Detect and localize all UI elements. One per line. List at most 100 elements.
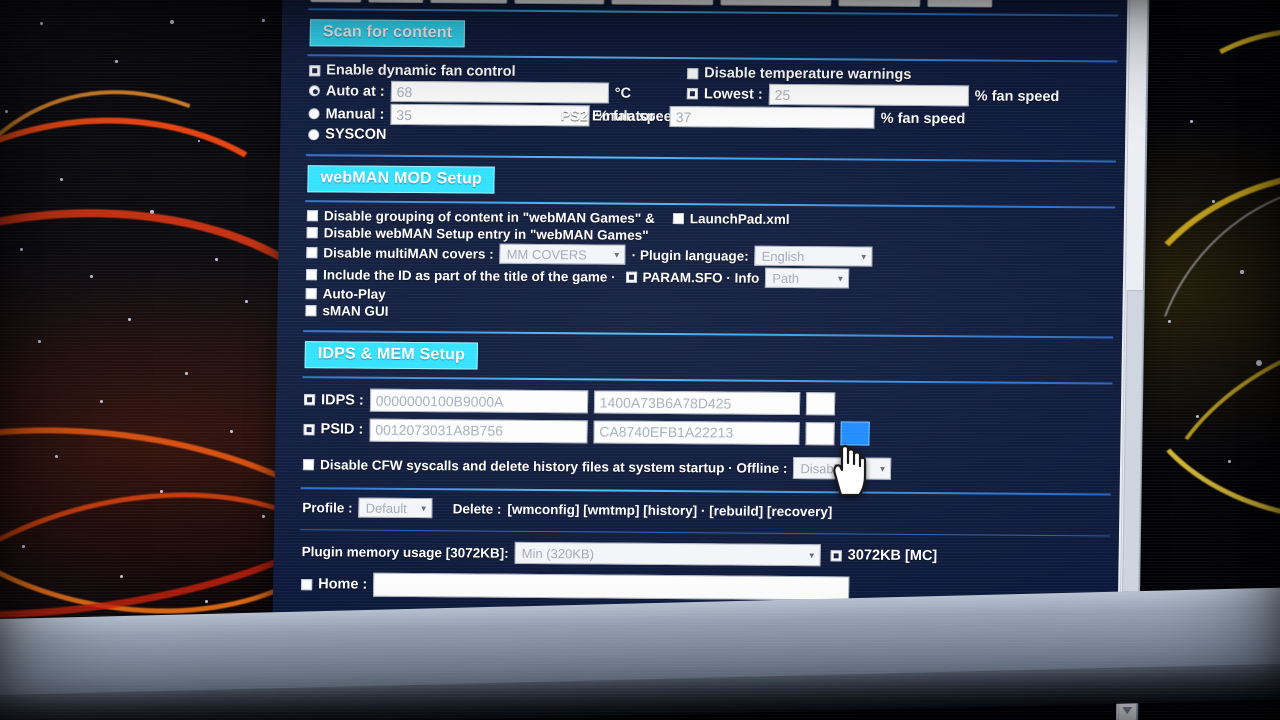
mc-memory-label: 3072KB [MC] bbox=[847, 547, 938, 565]
psid-field-1[interactable] bbox=[369, 418, 588, 443]
section-scan-for-content[interactable]: Scan for content bbox=[309, 19, 466, 48]
separator-dot: · bbox=[700, 502, 706, 518]
profile-select[interactable]: Default ▼ bbox=[358, 497, 433, 519]
gamedata-button[interactable]: gameDATA bbox=[514, 0, 605, 5]
enable-fan-row: Enable dynamic fan control bbox=[309, 62, 681, 81]
section-idps-mem-setup[interactable]: IDPS & MEM Setup bbox=[304, 341, 479, 370]
screen-photo: Eject Insert Unmount gameDATA Refresh XM… bbox=[0, 0, 1280, 720]
include-id-label: Include the ID as part of the title of t… bbox=[322, 266, 616, 285]
home-checkbox[interactable] bbox=[301, 578, 313, 590]
auto-at-row: Auto at : °C bbox=[308, 80, 681, 104]
idps-field-1[interactable] bbox=[369, 388, 588, 414]
mm-covers-select[interactable]: MM COVERS ▼ bbox=[499, 243, 626, 265]
auto-play-checkbox[interactable] bbox=[305, 288, 317, 300]
auto-at-label: Auto at : bbox=[325, 82, 385, 100]
launchpad-label: LaunchPad.xml bbox=[689, 211, 790, 227]
delete-label: Delete : bbox=[452, 500, 502, 517]
shutdown-button[interactable]: Shutdown bbox=[838, 0, 921, 8]
refresh-html-button[interactable]: Refresh HTML bbox=[720, 0, 832, 7]
home-input[interactable] bbox=[373, 572, 850, 601]
link-recovery[interactable]: [recovery] bbox=[767, 503, 833, 519]
psid-label: PSID : bbox=[320, 421, 364, 438]
info-select[interactable]: Path ▼ bbox=[765, 267, 850, 289]
disable-temp-warnings-checkbox[interactable] bbox=[687, 67, 699, 79]
disable-mm-covers-checkbox[interactable] bbox=[306, 246, 318, 258]
disable-mm-covers-label: Disable multiMAN covers : bbox=[323, 244, 494, 262]
plugin-memory-select[interactable]: Min (320KB) ▼ bbox=[514, 541, 821, 567]
mc-memory-checkbox[interactable] bbox=[830, 549, 842, 561]
disable-grouping-checkbox[interactable] bbox=[306, 210, 319, 222]
restart-button[interactable]: Restart bbox=[927, 0, 994, 8]
disable-setup-entry-label: Disable webMAN Setup entry in "webMAN Ga… bbox=[323, 225, 649, 243]
plugin-language-select[interactable]: English ▼ bbox=[754, 245, 873, 267]
plugin-memory-row: Plugin memory usage [3072KB]: Min (320KB… bbox=[302, 540, 1108, 568]
apply-highlighted-button[interactable] bbox=[840, 421, 870, 446]
fan-control-block: Enable dynamic fan control Auto at : °C … bbox=[290, 56, 1133, 157]
sman-gui-label: sMAN GUI bbox=[322, 303, 389, 319]
ps2-emulator-unit: % fan speed bbox=[880, 110, 966, 127]
include-id-checkbox[interactable] bbox=[305, 268, 318, 280]
disable-temp-warnings-label: Disable temperature warnings bbox=[704, 65, 912, 83]
idps-field-2[interactable] bbox=[593, 390, 800, 416]
link-rebuild[interactable]: [rebuild] bbox=[709, 503, 763, 518]
profile-label: Profile : bbox=[302, 499, 353, 516]
enable-dynamic-fan-checkbox[interactable] bbox=[309, 64, 321, 76]
psid-action-button[interactable] bbox=[805, 421, 835, 445]
offline-select[interactable]: Disabled ▼ bbox=[793, 457, 892, 480]
mm-covers-value: MM COVERS bbox=[506, 246, 587, 262]
disable-setup-entry-checkbox[interactable] bbox=[306, 227, 318, 239]
auto-at-input[interactable] bbox=[390, 80, 609, 104]
chevron-down-icon: ▼ bbox=[612, 250, 621, 260]
idps-block: IDPS : PSID : Disable CFW syscalls and d… bbox=[285, 378, 1129, 490]
link-history[interactable]: [history] bbox=[643, 502, 697, 517]
launchpad-checkbox[interactable] bbox=[672, 213, 684, 225]
idps-label: IDPS : bbox=[320, 391, 364, 409]
link-wmconfig[interactable]: [wmconfig] bbox=[507, 501, 579, 517]
link-wmtmp[interactable]: [wmtmp] bbox=[583, 502, 639, 517]
syscon-radio[interactable] bbox=[308, 128, 320, 140]
ps2-emulator-input[interactable] bbox=[669, 106, 875, 129]
eject-button[interactable]: Eject bbox=[310, 0, 362, 3]
psid-checkbox[interactable] bbox=[303, 423, 315, 435]
idps-checkbox[interactable] bbox=[303, 394, 316, 406]
plugin-memory-value: Min (320KB) bbox=[521, 545, 595, 561]
disable-grouping-label: Disable grouping of content in "webMAN G… bbox=[323, 208, 655, 226]
idps-row: IDPS : bbox=[303, 388, 1110, 417]
offline-value: Disabled bbox=[800, 460, 852, 476]
syscon-row: SYSCON bbox=[308, 126, 680, 145]
webman-options-block: Disable grouping of content in "webMAN G… bbox=[287, 202, 1131, 333]
param-sfo-label: PARAM.SFO · Info bbox=[642, 269, 760, 286]
disable-cfw-syscalls-checkbox[interactable] bbox=[302, 458, 315, 470]
lowest-row: Lowest : % fan speed bbox=[686, 83, 1115, 107]
chevron-down-icon: ▼ bbox=[878, 464, 887, 474]
insert-button[interactable]: Insert bbox=[368, 0, 424, 4]
idps-action-button[interactable] bbox=[805, 392, 835, 416]
param-sfo-checkbox[interactable] bbox=[625, 271, 637, 283]
home-label: Home : bbox=[318, 576, 368, 593]
chevron-down-icon: ▼ bbox=[859, 252, 868, 262]
chevron-down-icon: ▼ bbox=[836, 273, 845, 283]
psid-row: PSID : bbox=[303, 417, 1109, 447]
manual-label: Manual : bbox=[325, 105, 385, 123]
ps2-emulator-label: PS2 Emulator : bbox=[560, 107, 664, 125]
refresh-xml-button[interactable]: Refresh XML bbox=[611, 0, 714, 6]
ps2-emulator-row: PS2 Emulator : % fan speed bbox=[560, 105, 1114, 130]
unmount-button[interactable]: Unmount bbox=[430, 0, 508, 4]
disable-temp-warnings-row: Disable temperature warnings bbox=[687, 65, 1115, 84]
disable-cfw-syscalls-row: Disable CFW syscalls and delete history … bbox=[302, 453, 1109, 481]
webman-setup-page: Eject Insert Unmount gameDATA Refresh XM… bbox=[271, 0, 1145, 687]
lowest-checkbox[interactable] bbox=[686, 88, 699, 100]
profile-value: Default bbox=[365, 500, 407, 516]
section-webman-mod-setup[interactable]: webMAN MOD Setup bbox=[307, 165, 496, 194]
manual-radio[interactable] bbox=[308, 108, 320, 120]
profile-row: Profile : Default ▼ Delete : [wmconfig] … bbox=[302, 497, 1108, 523]
plugin-language-value: English bbox=[761, 248, 805, 264]
scroll-down-arrow-icon[interactable] bbox=[1122, 707, 1133, 715]
lowest-input[interactable] bbox=[768, 83, 969, 107]
scrollbar-thumb[interactable] bbox=[1122, 290, 1144, 593]
auto-at-radio[interactable] bbox=[308, 85, 321, 97]
lowest-unit: % fan speed bbox=[974, 87, 1060, 105]
sman-gui-checkbox[interactable] bbox=[305, 305, 317, 317]
syscon-label: SYSCON bbox=[325, 126, 387, 143]
psid-field-2[interactable] bbox=[593, 419, 800, 445]
